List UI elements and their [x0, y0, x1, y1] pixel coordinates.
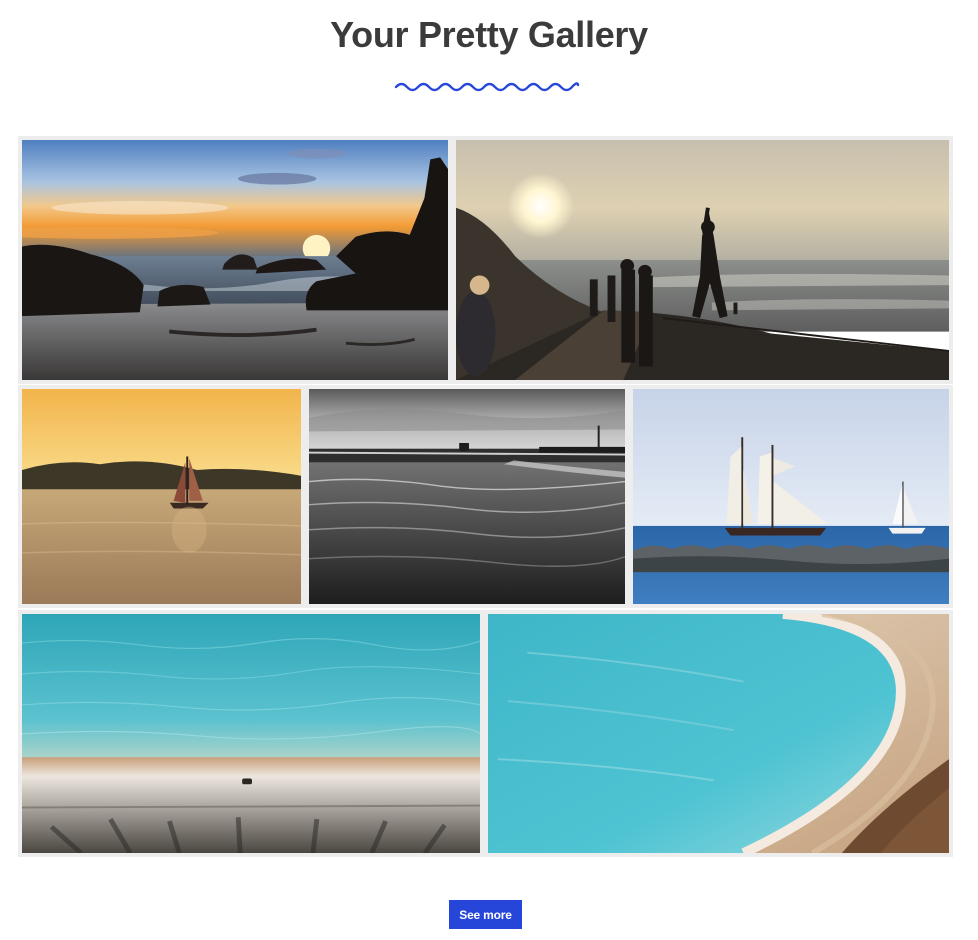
- sailboat-golden-hour-image: [22, 389, 301, 604]
- gallery-photo-bw-pier[interactable]: [305, 385, 629, 608]
- gallery-photo-rocky-sunset[interactable]: [18, 136, 452, 384]
- rocky-sunset-image: [22, 140, 448, 380]
- curving-lagoon-image: [488, 614, 949, 853]
- gallery-photo-curving-lagoon[interactable]: [484, 610, 953, 857]
- promenade-sunset-image: [456, 140, 949, 380]
- see-more-button[interactable]: See more: [449, 900, 522, 929]
- gallery-photo-sailboat-golden-hour[interactable]: [18, 385, 305, 608]
- turquoise-shore-image: [22, 614, 480, 853]
- gallery-photo-turquoise-shore[interactable]: [18, 610, 484, 857]
- bw-pier-image: [309, 389, 625, 604]
- gallery-photo-promenade-sunset[interactable]: [452, 136, 953, 384]
- wave-divider: [394, 82, 580, 92]
- tall-ships-image: [633, 389, 949, 604]
- page-title: Your Pretty Gallery: [330, 14, 648, 55]
- gallery-photo-tall-ships[interactable]: [629, 385, 953, 608]
